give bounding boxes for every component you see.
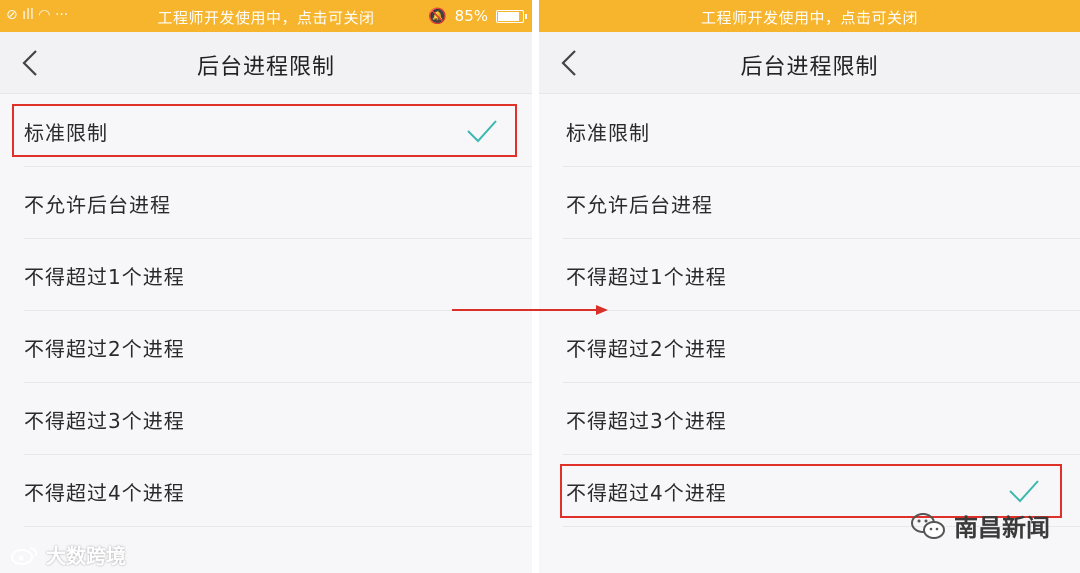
arrow-right-icon (452, 305, 608, 315)
phone-screen-before: ⊘ ıll ◠ ··· 工程师开发使用中，点击可关闭 🔕 85% 后台进程限制 … (0, 0, 532, 573)
option-label: 标准限制 (566, 121, 650, 145)
checkmark-icon (467, 120, 497, 143)
nav-bar: 后台进程限制 (539, 32, 1080, 94)
option-label: 不允许后台进程 (24, 193, 171, 217)
checkmark-icon (1009, 480, 1039, 503)
option-max-2[interactable]: 不得超过2个进程 (0, 311, 532, 383)
page-title: 后台进程限制 (740, 55, 879, 80)
status-bar[interactable]: 工程师开发使用中，点击可关闭 (539, 0, 1080, 32)
option-max-4[interactable]: 不得超过4个进程 (0, 455, 532, 527)
option-label: 不得超过3个进程 (24, 409, 185, 433)
option-label: 不得超过3个进程 (566, 409, 727, 433)
option-no-background[interactable]: 不允许后台进程 (539, 167, 1080, 239)
option-standard-limit[interactable]: 标准限制 (539, 95, 1080, 167)
option-list: 标准限制 不允许后台进程 不得超过1个进程 不得超过2个进程 不得超过3个进程 … (539, 95, 1080, 527)
status-bar[interactable]: ⊘ ıll ◠ ··· 工程师开发使用中，点击可关闭 🔕 85% (0, 0, 532, 32)
weibo-watermark: 大数跨境 (10, 540, 126, 569)
phone-screen-after: 工程师开发使用中，点击可关闭 后台进程限制 标准限制 不允许后台进程 不得超过1… (539, 0, 1080, 573)
wechat-watermark: 南昌新闻 (910, 508, 1050, 543)
option-label: 不得超过4个进程 (24, 481, 185, 505)
watermark-text: 大数跨境 (46, 544, 126, 568)
watermark-text: 南昌新闻 (954, 514, 1050, 542)
battery-icon (496, 9, 527, 23)
weibo-logo-icon (11, 546, 38, 565)
option-no-background[interactable]: 不允许后台进程 (0, 167, 532, 239)
option-label: 不允许后台进程 (566, 193, 713, 217)
option-label: 不得超过2个进程 (566, 337, 727, 361)
battery-percent: 85% (454, 7, 488, 25)
status-right: 🔕 85% (427, 7, 527, 25)
option-max-3[interactable]: 不得超过3个进程 (539, 383, 1080, 455)
option-standard-limit[interactable]: 标准限制 (0, 95, 532, 167)
option-max-1[interactable]: 不得超过1个进程 (539, 239, 1080, 311)
option-max-3[interactable]: 不得超过3个进程 (0, 383, 532, 455)
page-title: 后台进程限制 (196, 55, 335, 80)
option-label: 不得超过1个进程 (566, 265, 727, 289)
option-label: 不得超过1个进程 (24, 265, 185, 289)
nav-bar: 后台进程限制 (0, 32, 532, 94)
option-label: 不得超过4个进程 (566, 481, 727, 505)
option-max-2[interactable]: 不得超过2个进程 (539, 311, 1080, 383)
option-label: 标准限制 (24, 121, 108, 145)
wechat-logo-icon (911, 512, 945, 539)
developer-mode-notice[interactable]: 工程师开发使用中，点击可关闭 (539, 7, 1080, 28)
option-max-1[interactable]: 不得超过1个进程 (0, 239, 532, 311)
option-label: 不得超过2个进程 (24, 337, 185, 361)
divider (532, 0, 539, 573)
alarm-off-icon: 🔕 (427, 7, 447, 25)
